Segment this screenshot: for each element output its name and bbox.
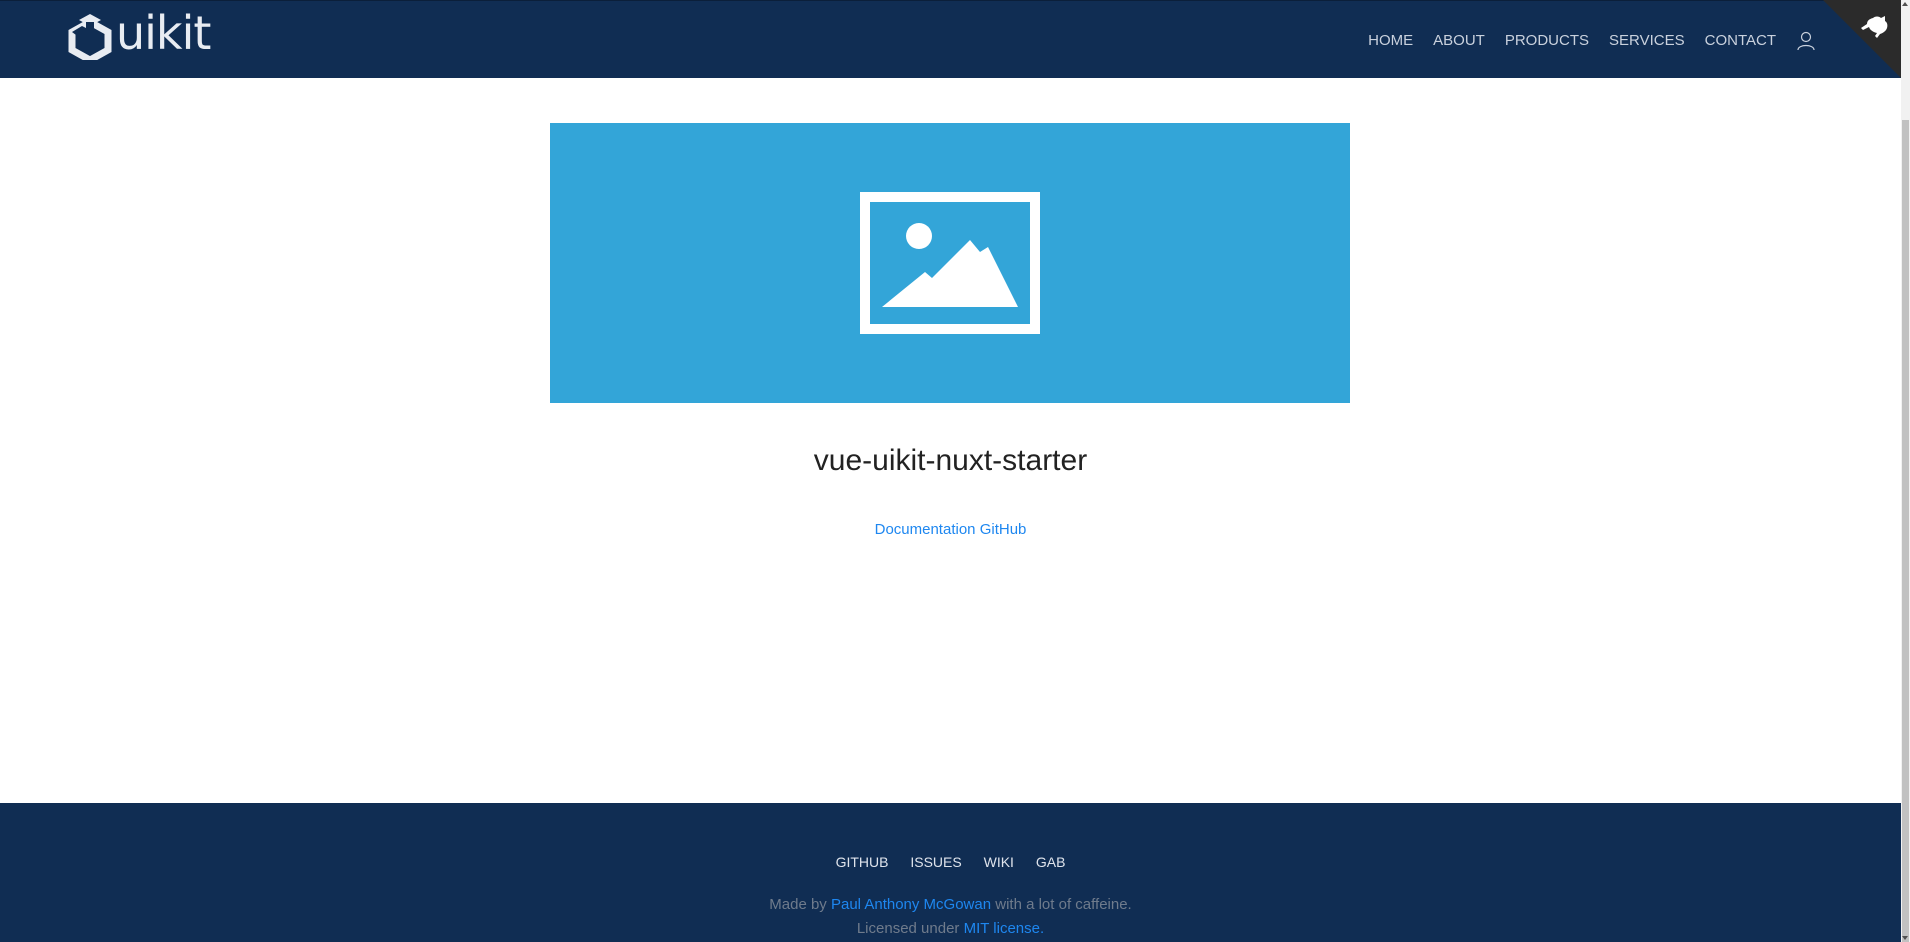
github-link[interactable]: GitHub [980,521,1027,538]
author-link[interactable]: Paul Anthony McGowan [831,896,991,913]
nav-about[interactable]: ABOUT [1433,32,1485,49]
nav-home[interactable]: HOME [1368,32,1413,49]
github-corner[interactable] [1823,0,1901,78]
credit-suffix: with a lot of caffeine. [995,896,1132,913]
scrollbar-thumb[interactable] [1902,120,1909,942]
footer-link-issues[interactable]: ISSUES [910,854,961,870]
license-link[interactable]: MIT license [964,920,1040,937]
footer-link-github[interactable]: GITHUB [836,854,889,870]
license-suffix: . [1040,920,1045,937]
footer-license: Licensed under MIT license. [0,920,1901,937]
navbar: uikit HOME ABOUT PRODUCTS SERVICES CONTA… [0,0,1901,78]
scrollbar[interactable] [1901,0,1910,942]
footer-credit: Made by Paul Anthony McGowan with a lot … [0,896,1901,913]
credit-prefix: Made by [769,896,827,913]
hero-image [550,123,1350,403]
logo-text: uikit [116,6,211,60]
image-placeholder-icon [860,192,1040,334]
scroll-up-arrow-icon[interactable] [1902,2,1908,6]
footer-link-wiki[interactable]: WIKI [984,854,1014,870]
user-icon[interactable] [1797,31,1815,51]
project-links: Documentation GitHub [0,521,1901,538]
logo-link[interactable]: uikit [68,6,211,61]
main-nav: HOME ABOUT PRODUCTS SERVICES CONTACT [1348,1,1815,79]
license-prefix: Licensed under [856,920,960,937]
footer-link-gab[interactable]: GAB [1036,854,1066,870]
footer: GITHUB ISSUES WIKI GAB Made by Paul Anth… [0,803,1901,942]
page-title: vue-uikit-nuxt-starter [813,444,1088,477]
nav-contact[interactable]: CONTACT [1705,32,1776,49]
footer-nav: GITHUB ISSUES WIKI GAB [0,854,1901,870]
documentation-link[interactable]: Documentation [875,521,976,538]
nav-services[interactable]: SERVICES [1609,32,1685,49]
uikit-logo-icon [68,14,112,60]
nav-products[interactable]: PRODUCTS [1505,32,1589,49]
scroll-down-arrow-icon[interactable] [1902,936,1908,940]
